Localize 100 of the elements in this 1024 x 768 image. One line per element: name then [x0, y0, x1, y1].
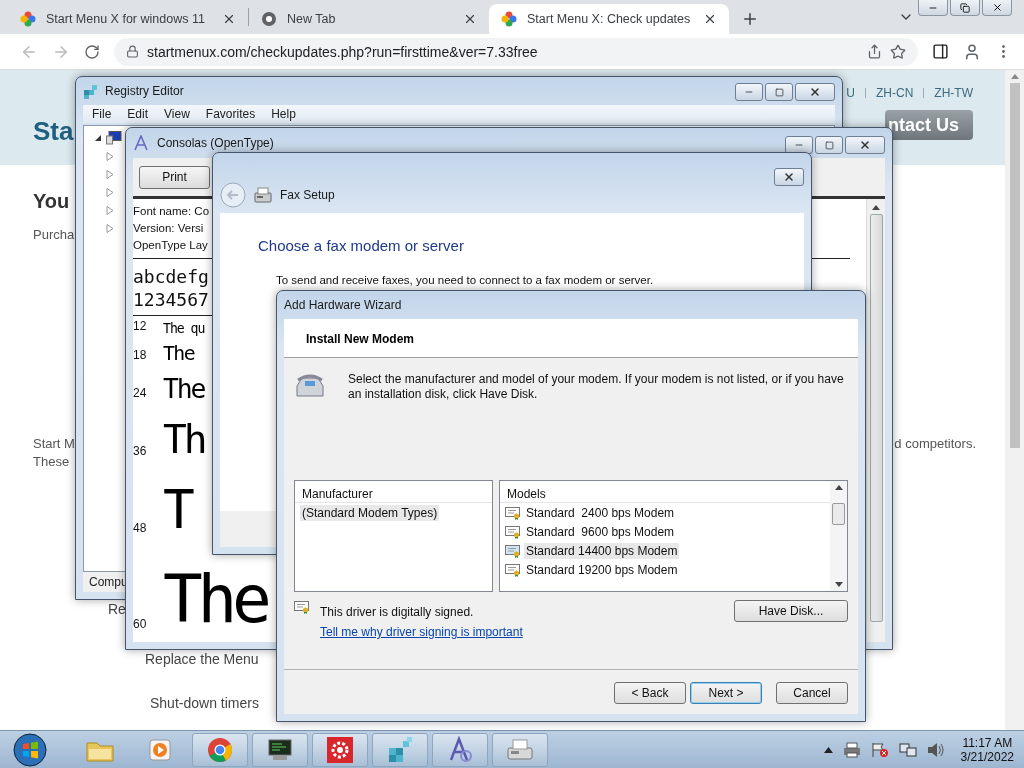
browser-tab[interactable]: Start Menu X for windows 11 [8, 4, 248, 34]
size-label: 18 [133, 348, 148, 362]
volume-icon[interactable] [926, 741, 945, 758]
menu-item[interactable]: Help [271, 107, 296, 121]
collapsed-arrow-icon[interactable] [106, 169, 114, 179]
models-list[interactable]: Models Standard 2400 bps Modem Standard 9600 bps Modem Standard 14400 bps Modem Standard 19200 bps Modem [499, 480, 848, 592]
start-button[interactable] [10, 731, 50, 768]
language-link[interactable]: ZH-CN [876, 86, 914, 100]
feature-link[interactable]: Re [108, 601, 126, 617]
collapsed-arrow-icon[interactable] [106, 151, 114, 161]
size-label: 48 [133, 520, 148, 535]
close-icon[interactable] [703, 12, 717, 26]
paragraph-text: These [33, 454, 70, 469]
wizard-button[interactable]: Cancel [776, 682, 848, 704]
maximize-button[interactable] [815, 136, 843, 154]
minimize-button[interactable] [735, 83, 763, 101]
font-icon[interactable] [432, 732, 488, 767]
fax-icon[interactable] [492, 732, 548, 767]
font-sample-text: The [163, 344, 194, 364]
lock-icon [126, 45, 139, 58]
wizard-button[interactable]: Next > [690, 682, 762, 704]
network-icon[interactable] [898, 741, 917, 758]
print-button[interactable]: Print [139, 165, 210, 189]
menu-item[interactable]: File [92, 107, 112, 121]
size-label: 60 [133, 616, 148, 631]
flag-warning-icon[interactable] [870, 741, 889, 758]
reload-icon[interactable] [84, 43, 100, 60]
alphabet-sample: abcdefg [133, 265, 209, 288]
scroll-down-icon[interactable] [834, 582, 843, 587]
registry-icon [83, 83, 99, 99]
scroll-thumb[interactable] [832, 503, 845, 525]
language-link[interactable]: U [846, 86, 855, 100]
size-label: 12 [133, 319, 148, 334]
model-item[interactable]: Standard 9600 bps Modem [524, 523, 677, 540]
star-icon[interactable] [890, 43, 906, 60]
gear-app-icon[interactable] [312, 732, 368, 767]
window-title: Registry Editor [105, 84, 184, 98]
close-icon[interactable] [222, 12, 236, 26]
have-disk-button[interactable]: Have Disk... [734, 600, 848, 622]
close-icon [991, 2, 1003, 13]
digits-sample: 1234567 [133, 288, 209, 311]
dialog-heading: Choose a fax modem or server [258, 237, 464, 254]
driver-signing-link[interactable]: Tell me why driver signing is important [320, 625, 523, 639]
new-tab-icon[interactable] [741, 10, 759, 28]
manufacturer-item[interactable]: (Standard Modem Types) [300, 504, 440, 521]
expanded-arrow-icon[interactable] [94, 134, 102, 142]
restore-button[interactable] [950, 0, 980, 16]
browser-tab[interactable]: New Tab [249, 4, 489, 34]
dialog-description: To send and receive faxes, you need to connect to a fax modem or server. [276, 274, 654, 287]
language-link[interactable]: ZH-TW [934, 86, 973, 100]
scroll-thumb[interactable] [1009, 83, 1020, 448]
scroll-thumb[interactable] [869, 214, 883, 622]
feature-link[interactable]: Replace the Menu [145, 651, 259, 667]
show-hidden-icons[interactable] [823, 746, 833, 753]
restore-icon [960, 2, 970, 13]
site-logo[interactable]: Sta [33, 116, 74, 165]
scrollbar[interactable] [866, 199, 885, 642]
model-item[interactable]: Standard 2400 bps Modem [524, 504, 677, 521]
paragraph-text: d competitors. [894, 436, 976, 451]
window-title: Add Hardware Wizard [284, 298, 402, 312]
scrollbar[interactable] [1005, 70, 1024, 730]
menu-item[interactable]: Edit [127, 107, 149, 121]
collapsed-arrow-icon[interactable] [106, 187, 114, 197]
size-label: 24 [133, 386, 148, 401]
browser-tab[interactable]: Start Menu X: Check updates [489, 4, 729, 34]
maximize-button[interactable] [765, 83, 793, 101]
scroll-up-icon[interactable] [834, 485, 843, 490]
instructions-text: Select the manufacturer and model of your modem. If your modem is not listed, or if you have an installation disk, click Have Disk. [348, 372, 845, 402]
feature-link[interactable]: Shut-down timers [150, 695, 259, 711]
menu-item[interactable]: View [164, 107, 190, 121]
collapsed-arrow-icon[interactable] [106, 205, 114, 215]
manufacturer-list[interactable]: Manufacturer (Standard Modem Types) [294, 480, 493, 592]
font-sample-text: The [163, 566, 267, 633]
font-sample-text: Th [163, 420, 205, 460]
close-icon [809, 86, 821, 98]
paragraph-text: Start M [33, 436, 75, 451]
side-panel-icon[interactable] [932, 43, 949, 60]
wizard-button[interactable]: < Back [614, 682, 686, 704]
collapsed-arrow-icon[interactable] [106, 223, 114, 233]
model-item[interactable]: Standard 19200 bps Modem [524, 561, 680, 578]
menu-item[interactable]: Favorites [205, 107, 256, 121]
profile-icon[interactable] [963, 42, 981, 61]
modem-certificate-icon [294, 600, 310, 614]
size-label: 36 [133, 444, 148, 458]
minimize-button[interactable] [785, 136, 813, 154]
monitor-icon[interactable] [252, 732, 308, 767]
signed-driver-text: This driver is digitally signed. [320, 605, 475, 619]
model-item[interactable]: Standard 14400 bps Modem [524, 542, 680, 559]
clock-date: 3/21/2022 [960, 749, 1014, 764]
printer-icon[interactable] [842, 741, 861, 758]
modem-certificate-icon [505, 524, 521, 539]
clock[interactable]: 11:17 AM 3/21/2022 [960, 735, 1014, 764]
scrollbar[interactable] [830, 481, 847, 591]
address-bar[interactable]: startmenux.com/checkupdates.php?run=firsttime&ver=7.33free [114, 37, 918, 66]
close-button[interactable] [774, 168, 804, 186]
wizard-step-title: Install New Modem [306, 332, 415, 346]
cubes-icon[interactable] [372, 732, 428, 767]
close-icon[interactable] [463, 12, 477, 26]
share-icon[interactable] [867, 44, 882, 59]
scroll-up-icon[interactable] [872, 205, 880, 210]
